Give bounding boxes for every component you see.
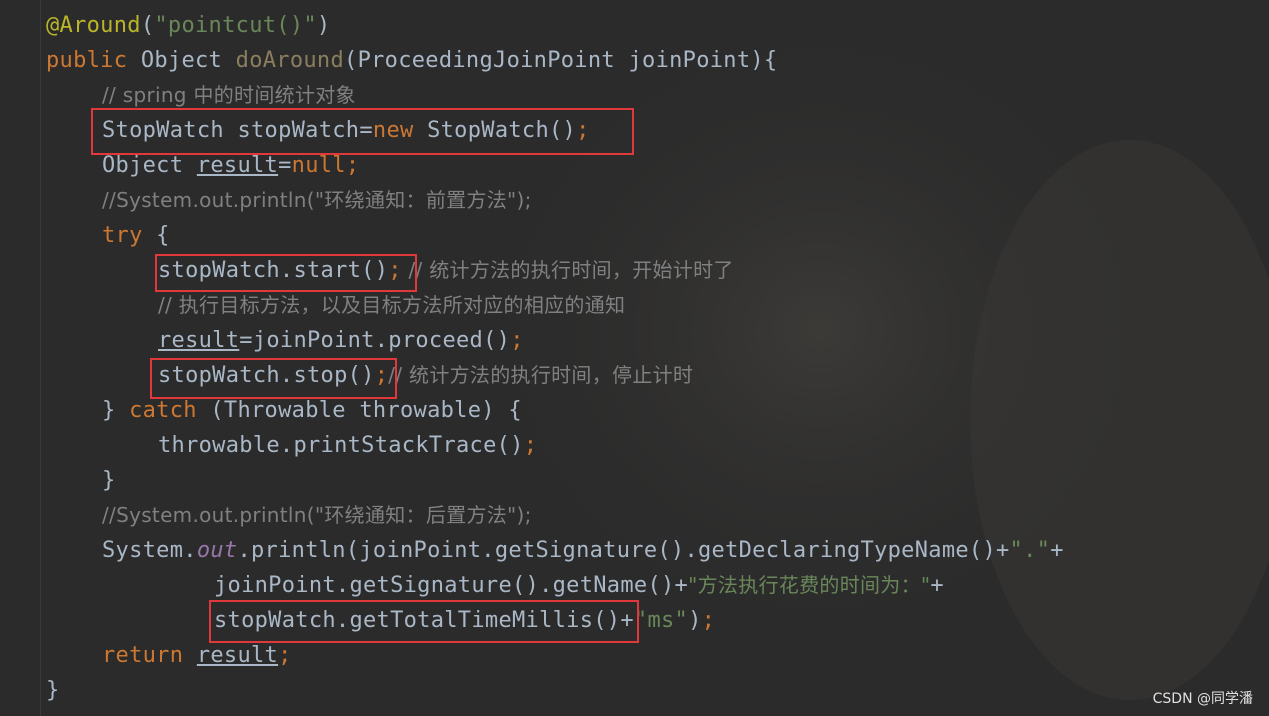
code-text: { (142, 223, 170, 248)
comment: // 统计方法的执行时间，开始计时了 (401, 258, 734, 282)
code-line-14: } (102, 463, 116, 498)
string-literal: "pointcut()" (154, 13, 317, 38)
keyword: catch (129, 398, 197, 423)
keyword: null (291, 153, 346, 178)
string-literal: "ms" (633, 608, 689, 633)
variable: result (196, 153, 279, 178)
code-line-17: joinPoint.getSignature().getName()+"方法执行… (214, 568, 944, 603)
code-text: } (102, 398, 130, 423)
variable: result (158, 328, 240, 353)
type-name: Object (127, 48, 236, 73)
keyword: public (46, 48, 128, 73)
keyword: new (372, 118, 414, 143)
method-name: doAround (235, 48, 345, 73)
keyword: try (102, 223, 143, 248)
string-literal: "方法执行花费的时间为：" (688, 573, 931, 597)
semicolon: ; (523, 433, 538, 458)
code-line-20: } (46, 673, 60, 708)
code-line-8: stopWatch.start(); // 统计方法的执行时间，开始计时了 (158, 253, 734, 288)
semicolon: ; (576, 118, 590, 143)
code-text: + (1050, 538, 1064, 563)
comment: // 执行目标方法，以及目标方法所对应的相应的通知 (158, 293, 626, 317)
code-text: .println(joinPoint.getSignature().getDec… (237, 538, 1010, 563)
code-line-13: throwable.printStackTrace(); (158, 428, 537, 463)
keyword: return (102, 643, 184, 668)
semicolon: ; (345, 153, 360, 178)
code-text: =joinPoint.proceed() (239, 328, 511, 353)
code-line-5: Object result=null; (102, 148, 359, 183)
comment: // spring 中的时间统计对象 (102, 83, 356, 107)
code-line-4: StopWatch stopWatch=new StopWatch(); (102, 113, 590, 148)
code-text: throwable.printStackTrace() (158, 433, 524, 458)
code-text: } (102, 468, 116, 493)
csdn-watermark: CSDN @同学潘 (1152, 691, 1253, 707)
comment: //System.out.println("环绕通知：后置方法"); (102, 503, 532, 527)
code-line-3: // spring 中的时间统计对象 (102, 78, 356, 113)
code-line-1: @Around("pointcut()") (46, 8, 330, 43)
code-line-10: result=joinPoint.proceed(); (158, 323, 524, 358)
static-field: out (196, 538, 238, 563)
semicolon: ; (278, 643, 292, 668)
code-text: Object (102, 153, 197, 178)
variable: result (196, 643, 279, 668)
code-line-19: return result; (102, 638, 292, 673)
code-text: joinPoint.getSignature().getName()+ (214, 573, 689, 598)
code-text: = (278, 153, 292, 178)
string-literal: "." (1009, 538, 1051, 563)
code-line-12: } catch (Throwable throwable) { (102, 393, 522, 428)
comment: // 统计方法的执行时间，停止计时 (388, 363, 694, 387)
code-text: + (930, 573, 944, 598)
code-text: stopWatch.start() (158, 258, 389, 283)
code-text: stopWatch.getTotalTimeMillis()+ (214, 608, 634, 633)
method-params: (ProceedingJoinPoint joinPoint){ (344, 48, 778, 73)
paren: ) (316, 13, 331, 38)
code-line-7: try { (102, 218, 170, 253)
paren: ( (140, 13, 155, 38)
code-text: (Throwable throwable) { (196, 398, 522, 423)
code-line-6: //System.out.println("环绕通知：前置方法"); (102, 183, 532, 218)
code-line-18: stopWatch.getTotalTimeMillis()+"ms"); (214, 603, 715, 638)
code-line-16: System.out.println(joinPoint.getSignatur… (102, 533, 1064, 568)
semicolon: ; (374, 363, 389, 388)
code-line-11: stopWatch.stop();// 统计方法的执行时间，停止计时 (158, 358, 693, 393)
code-text: stopWatch.stop() (158, 363, 375, 388)
annotation-token: @Around (46, 13, 141, 38)
comment: //System.out.println("环绕通知：前置方法"); (102, 188, 532, 212)
code-line-9: // 执行目标方法，以及目标方法所对应的相应的通知 (158, 288, 625, 323)
semicolon: ; (510, 328, 524, 353)
code-text: } (46, 678, 60, 703)
code-text: StopWatch stopWatch= (102, 118, 373, 143)
code-editor[interactable]: @Around("pointcut()") public Object doAr… (0, 0, 1269, 716)
code-text: System. (102, 538, 197, 563)
code-text: StopWatch() (413, 118, 577, 143)
semicolon: ; (701, 608, 716, 633)
semicolon: ; (388, 258, 402, 283)
code-line-15: //System.out.println("环绕通知：后置方法"); (102, 498, 532, 533)
code-line-2: public Object doAround(ProceedingJoinPoi… (46, 43, 777, 78)
code-text: ) (688, 608, 702, 633)
